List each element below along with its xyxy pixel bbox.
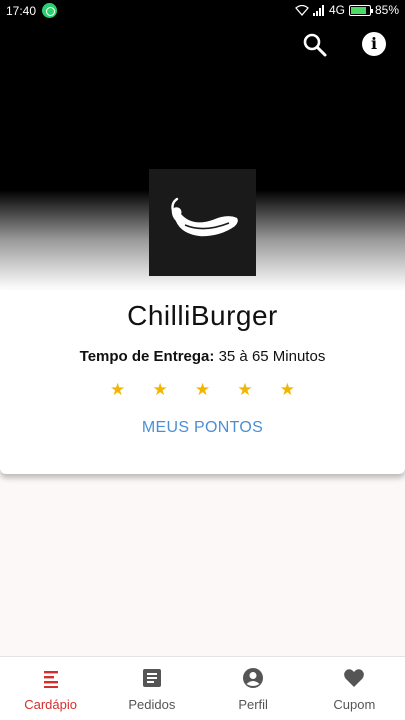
receipt-icon [142, 669, 161, 687]
rating-stars: ★ ★ ★ ★ ★ [110, 380, 295, 400]
menu-list-icon [43, 671, 58, 688]
star-icon: ★ [194, 380, 211, 399]
nav-label-pedidos: Pedidos [128, 697, 176, 712]
delivery-time: Tempo de Entrega: 35 à 65 Minutos [0, 348, 405, 365]
status-left: 17:40 [6, 3, 58, 18]
delivery-time-value: 35 à 65 Minutos [218, 348, 326, 365]
chili-pepper-icon [170, 197, 240, 238]
info-button[interactable]: i [362, 32, 388, 58]
network-type: 4G [328, 3, 345, 17]
app-screen: 17:40 4G 85% i ChilliBurger Tempo de Ent… [0, 0, 405, 720]
wifi-icon [295, 4, 309, 16]
star-icon: ★ [237, 380, 253, 399]
status-bar: 17:40 4G 85% [0, 0, 405, 22]
whatsapp-notification-icon [42, 3, 58, 18]
status-right: 4G 85% [295, 3, 399, 17]
search-button[interactable] [302, 32, 328, 58]
battery-fill [350, 6, 367, 14]
delivery-time-label: Tempo de Entrega: [79, 348, 215, 365]
nav-item-pedidos[interactable]: Pedidos [101, 657, 202, 720]
heart-icon [344, 669, 365, 687]
my-points-button[interactable]: MEUS PONTOS [125, 419, 280, 437]
info-icon: i [362, 32, 386, 56]
star-icon: ★ [110, 380, 126, 399]
star-icon: ★ [152, 380, 168, 399]
nav-label-cardapio: Cardápio [24, 697, 77, 712]
bottom-navigation: Cardápio Pedidos Perfil Cupom [0, 656, 405, 720]
nav-item-cardapio[interactable]: Cardápio [0, 657, 101, 720]
nav-label-cupom: Cupom [333, 697, 376, 712]
nav-item-cupom[interactable]: Cupom [304, 657, 405, 720]
battery-icon [348, 4, 373, 16]
account-icon [243, 668, 264, 688]
nav-item-perfil[interactable]: Perfil [203, 657, 304, 720]
battery-percent: 85% [374, 3, 399, 17]
signal-icon [312, 4, 324, 16]
restaurant-info-card: ChilliBurger Tempo de Entrega: 35 à 65 M… [0, 290, 405, 474]
restaurant-name: ChilliBurger [127, 300, 278, 331]
search-icon [303, 33, 327, 57]
restaurant-logo [149, 169, 256, 276]
nav-label-perfil: Perfil [238, 697, 268, 712]
star-icon: ★ [279, 380, 295, 399]
status-time: 17:40 [6, 3, 37, 18]
